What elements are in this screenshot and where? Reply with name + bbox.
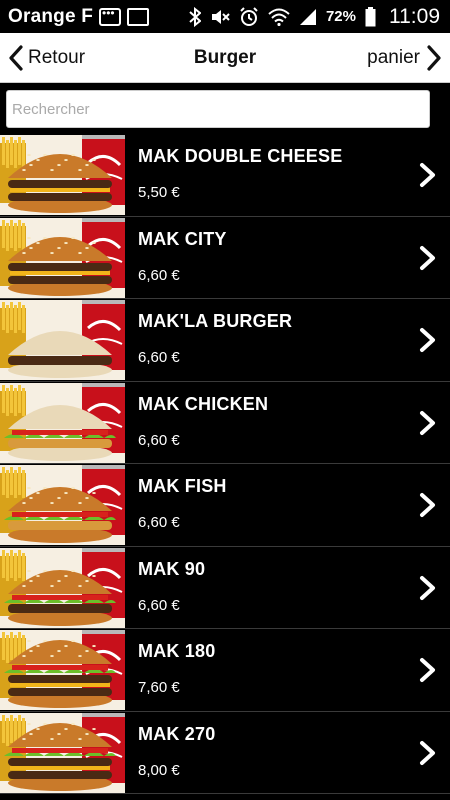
menu-item-thumbnail [0, 712, 125, 793]
chevron-left-icon [9, 45, 23, 71]
menu-item-price: 8,00 € [138, 761, 180, 779]
chevron-right-icon [427, 45, 441, 71]
menu-item-price: 5,50 € [138, 184, 180, 201]
bluetooth-icon [189, 6, 201, 27]
menu-item[interactable]: MAK FISH 6,60 € [0, 464, 450, 547]
back-label: Retour [28, 47, 86, 68]
menu-list: MAK DOUBLE CHEESE 5,50 € MAK CITY 6,60 € MAK… [0, 134, 450, 800]
cart-button[interactable]: panier [367, 33, 442, 83]
menu-item-price: 6,60 € [138, 349, 180, 366]
image-notification-icon [127, 7, 150, 26]
menu-item[interactable]: MAK 90 6,60 € [0, 546, 450, 629]
menu-item[interactable]: MAK CHICKEN 6,60 € [0, 381, 450, 464]
menu-item-price: 6,60 € [138, 431, 180, 449]
menu-item-thumbnail [0, 382, 125, 463]
alarm-icon [240, 6, 258, 26]
menu-item-thumbnail [0, 547, 125, 628]
menu-item-price: 6,60 € [138, 266, 180, 284]
status-left: Orange F [8, 0, 150, 33]
menu-item[interactable]: MAK DOUBLE CHEESE 5,50 € [0, 134, 450, 217]
menu-item-name: MAK CHICKEN [138, 393, 269, 414]
menu-item-name: MAK FISH [138, 476, 227, 496]
chevron-right-icon[interactable] [416, 740, 440, 766]
menu-item[interactable]: MAK CITY 6,60 € [0, 216, 450, 299]
nav-bar: Retour Burger panier [0, 33, 450, 83]
battery-percent: 72% [325, 8, 356, 25]
wifi-icon [268, 8, 290, 26]
menu-item-thumbnail [0, 217, 125, 298]
menu-item-name: MAK CITY [138, 228, 227, 249]
chevron-right-icon[interactable] [416, 575, 440, 601]
chevron-right-icon[interactable] [416, 657, 440, 683]
menu-item-thumbnail [0, 465, 125, 545]
carrier-name: Orange F [8, 5, 94, 27]
menu-item-price: 7,60 € [138, 679, 180, 696]
chevron-right-icon[interactable] [416, 245, 440, 271]
signal-icon [299, 8, 316, 25]
search-input[interactable] [6, 90, 430, 128]
menu-item-thumbnail [0, 300, 125, 380]
message-icon [99, 6, 122, 26]
menu-item-price: 6,60 € [138, 514, 180, 531]
battery-icon [365, 6, 376, 26]
mute-icon [211, 9, 230, 24]
menu-item-name: MAK 90 [138, 558, 206, 579]
chevron-right-icon[interactable] [416, 162, 440, 188]
menu-item[interactable]: MAK 270 8,00 € [0, 711, 450, 794]
back-button[interactable]: Retour [8, 33, 85, 83]
chevron-right-icon[interactable] [416, 410, 440, 436]
status-bar: Orange F 72% 11:09 [0, 0, 450, 33]
menu-item-name: MAK 180 [138, 641, 216, 661]
cart-label: panier [367, 47, 420, 68]
menu-item-name: MAK 270 [138, 723, 216, 744]
menu-item-name: MAK DOUBLE CHEESE [138, 146, 343, 166]
menu-item[interactable]: MAK'LA BURGER 6,60 € [0, 299, 450, 382]
menu-item-thumbnail [0, 135, 125, 215]
chevron-right-icon[interactable] [416, 327, 440, 353]
menu-item-price: 6,60 € [138, 596, 180, 614]
menu-item-thumbnail [0, 630, 125, 710]
search-bar [0, 83, 450, 134]
status-time: 11:09 [389, 4, 440, 28]
menu-item[interactable]: MAK 180 7,60 € [0, 629, 450, 712]
status-right: 72% 11:09 [189, 0, 440, 33]
chevron-right-icon[interactable] [416, 492, 440, 518]
menu-item-name: MAK'LA BURGER [138, 311, 293, 331]
